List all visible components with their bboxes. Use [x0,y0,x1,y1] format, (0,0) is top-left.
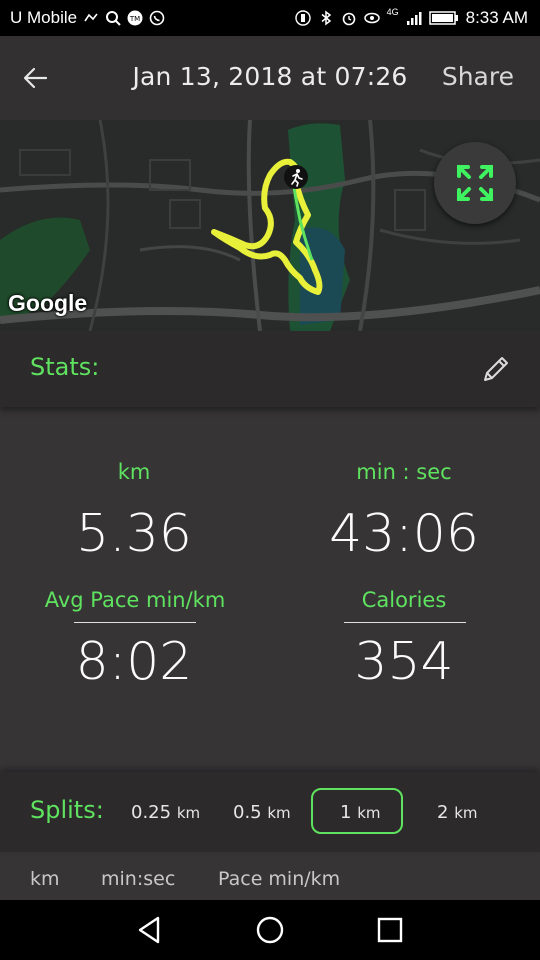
split-option-unit: km [176,804,201,822]
edit-pencil-icon[interactable] [480,353,512,385]
distance-value: 5.36 [76,504,192,564]
split-option-value: 0.25 [131,802,172,823]
splits-bar: Splits: 0.25 km 0.5 km 1 km 2 km [0,772,540,852]
split-option-2km[interactable]: 2 km [437,802,478,823]
splits-column-pace: Pace min/km [218,868,341,890]
fullscreen-icon [457,165,493,201]
carrier-name: U Mobile [10,8,78,27]
time-label: min : sec [356,460,452,484]
split-option-value: 1 [340,802,352,823]
stats-header: Stats: [0,331,540,407]
avg-pace-label: Avg Pace min/km [44,588,226,612]
data-saver-icon [84,13,98,22]
bluetooth-icon [321,10,331,26]
splits-column-time: min:sec [101,868,176,890]
app-bar: Jan 13, 2018 at 07:26 Share [0,36,540,120]
nav-recents-icon[interactable] [370,912,410,948]
signal-icon [406,12,422,25]
fullscreen-map-button[interactable] [434,142,516,224]
split-option-unit: km [357,804,381,822]
split-option-value: 0.5 [233,802,262,823]
avg-pace-value: 8:02 [75,632,193,692]
time-value: 43:06 [329,504,479,564]
split-option-value: 2 [437,802,449,823]
clock: 8:33 AM [465,8,528,27]
share-button[interactable]: Share [442,62,514,91]
runner-marker-icon [284,165,308,189]
split-option-0-25km[interactable]: 0.25 km [131,802,200,823]
nav-back-icon[interactable] [130,912,170,948]
network-type: 4G [386,6,399,17]
nav-home-icon[interactable] [250,912,290,948]
split-option-0-5km[interactable]: 0.5 km [233,802,291,823]
system-nav-bar [0,900,540,960]
distance-label: km [117,460,151,484]
eye-comfort-icon [363,12,380,24]
calories-divider [344,622,466,623]
whatsapp-icon [149,10,165,26]
google-attribution: Google [8,290,88,316]
splits-column-km: km [30,868,60,890]
battery-icon [428,11,458,25]
avg-pace-divider [74,622,196,623]
splits-title: Splits: [30,796,104,824]
stats-title: Stats: [30,353,100,381]
calories-label: Calories [361,588,447,612]
app-notification-icon: TM [127,10,143,26]
split-option-unit: km [454,804,478,822]
calories-value: 354 [354,632,454,692]
split-option-unit: km [267,804,291,822]
split-option-1km[interactable]: 1 km [340,802,381,823]
status-bar: U Mobile TM 4G 8:33 AM [0,0,540,36]
vibrate-icon [294,10,311,26]
svg-text:TM: TM [129,15,140,23]
search-icon [106,11,121,26]
alarm-icon [342,12,355,26]
